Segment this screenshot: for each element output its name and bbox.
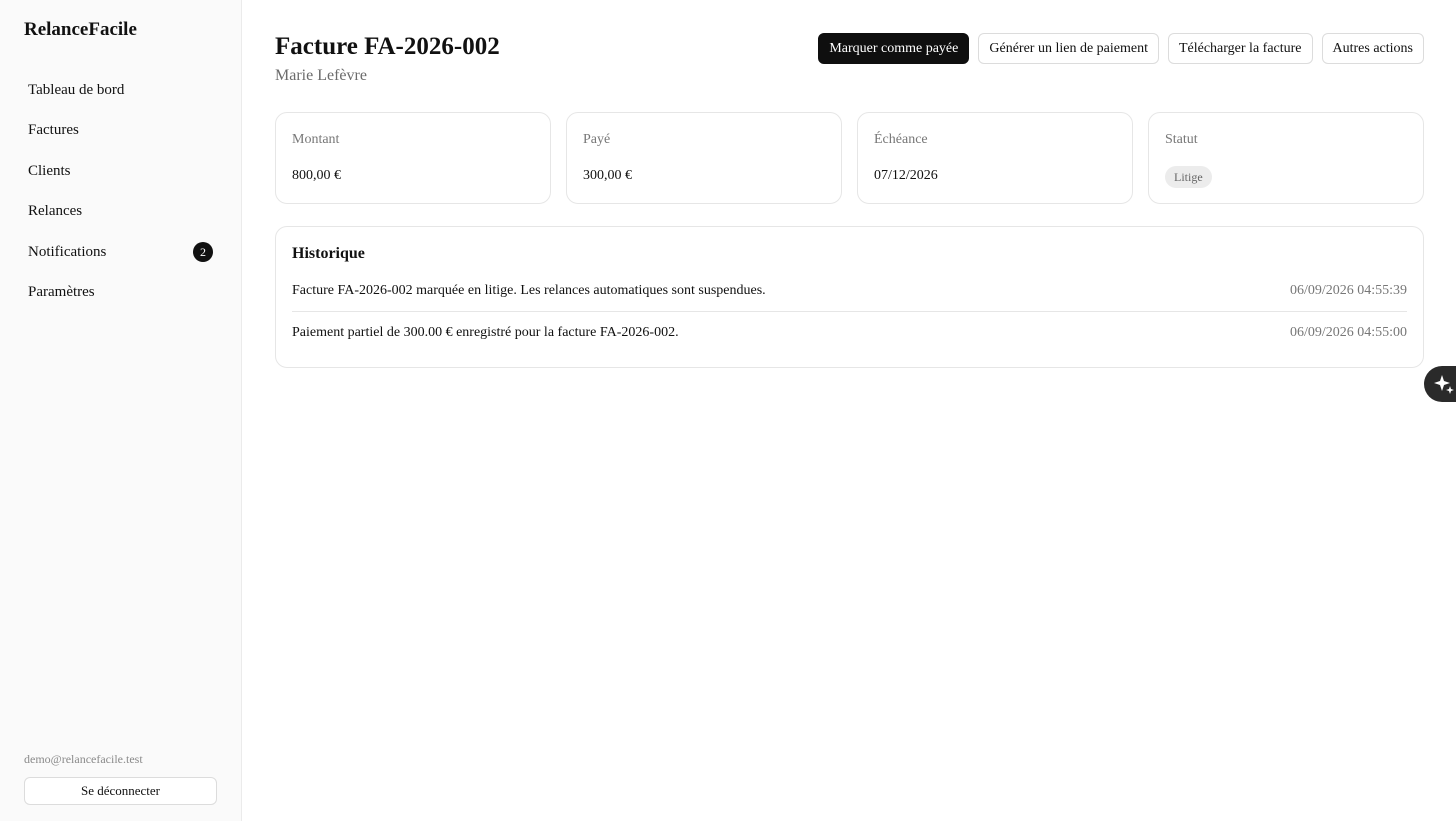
- due-date-label: Échéance: [874, 132, 928, 147]
- history-panel: Historique Facture FA-2026-002 marquée e…: [275, 226, 1424, 368]
- sidebar-item-label: Paramètres: [28, 284, 95, 301]
- sidebar-item-label: Factures: [28, 122, 79, 139]
- sparkles-icon: [1434, 375, 1454, 394]
- status-label: Statut: [1165, 132, 1198, 147]
- sidebar-item-invoices[interactable]: Factures: [16, 111, 226, 152]
- more-actions-button[interactable]: Autres actions: [1321, 33, 1424, 64]
- sidebar-item-settings[interactable]: Paramètres: [16, 273, 226, 314]
- history-entry-timestamp: 06/09/2026 04:55:39: [1289, 283, 1407, 298]
- mark-paid-button[interactable]: Marquer comme payée: [818, 33, 970, 64]
- download-invoice-button[interactable]: Télécharger la facture: [1167, 33, 1313, 64]
- app-logo[interactable]: RelanceFacile: [24, 19, 137, 41]
- sidebar-item-clients[interactable]: Clients: [16, 151, 226, 192]
- history-entry-text: Paiement partiel de 300.00 € enregistré …: [292, 324, 679, 340]
- summary-cards: Montant 800,00 € Payé 300,00 € Échéance …: [275, 112, 1424, 204]
- generate-payment-link-button[interactable]: Générer un lien de paiement: [978, 33, 1159, 64]
- sidebar: RelanceFacile Tableau de bord Factures C…: [0, 0, 242, 821]
- history-entry: Facture FA-2026-002 marquée en litige. L…: [292, 279, 1407, 311]
- sidebar-item-dashboard[interactable]: Tableau de bord: [16, 70, 226, 111]
- invoice-actions: Marquer comme payée Générer un lien de p…: [818, 33, 1424, 64]
- amount-card: Montant 800,00 €: [275, 112, 551, 204]
- logout-button[interactable]: Se déconnecter: [24, 777, 217, 805]
- paid-value: 300,00 €: [583, 168, 632, 183]
- sidebar-item-reminders[interactable]: Relances: [16, 192, 226, 233]
- sidebar-item-label: Tableau de bord: [28, 81, 125, 98]
- paid-label: Payé: [583, 132, 611, 147]
- status-card: Statut Litige: [1148, 112, 1424, 204]
- sidebar-item-notifications[interactable]: Notifications 2: [16, 232, 226, 273]
- history-entry-text: Facture FA-2026-002 marquée en litige. L…: [292, 283, 766, 298]
- paid-card: Payé 300,00 €: [566, 112, 842, 204]
- client-name: Marie Lefèvre: [275, 67, 367, 84]
- history-title: Historique: [292, 245, 365, 262]
- sidebar-item-label: Notifications: [28, 243, 107, 260]
- sidebar-item-label: Clients: [28, 162, 71, 179]
- sidebar-item-label: Relances: [28, 203, 83, 220]
- assistant-button[interactable]: [1424, 366, 1456, 402]
- history-entry-timestamp: 06/09/2026 04:55:00: [1289, 324, 1407, 340]
- amount-label: Montant: [292, 132, 340, 147]
- due-date-value: 07/12/2026: [874, 168, 938, 183]
- history-entry: Paiement partiel de 300.00 € enregistré …: [292, 311, 1407, 353]
- page-title: Facture FA-2026-002: [275, 33, 500, 60]
- status-badge: Litige: [1165, 166, 1212, 188]
- amount-value: 800,00 €: [292, 168, 341, 183]
- sidebar-nav: Tableau de bord Factures Clients Relance…: [16, 70, 226, 313]
- user-email: demo@relancefacile.test: [24, 752, 143, 766]
- history-list: Facture FA-2026-002 marquée en litige. L…: [292, 279, 1407, 353]
- notification-count-badge: 2: [193, 242, 213, 263]
- due-date-card: Échéance 07/12/2026: [857, 112, 1133, 204]
